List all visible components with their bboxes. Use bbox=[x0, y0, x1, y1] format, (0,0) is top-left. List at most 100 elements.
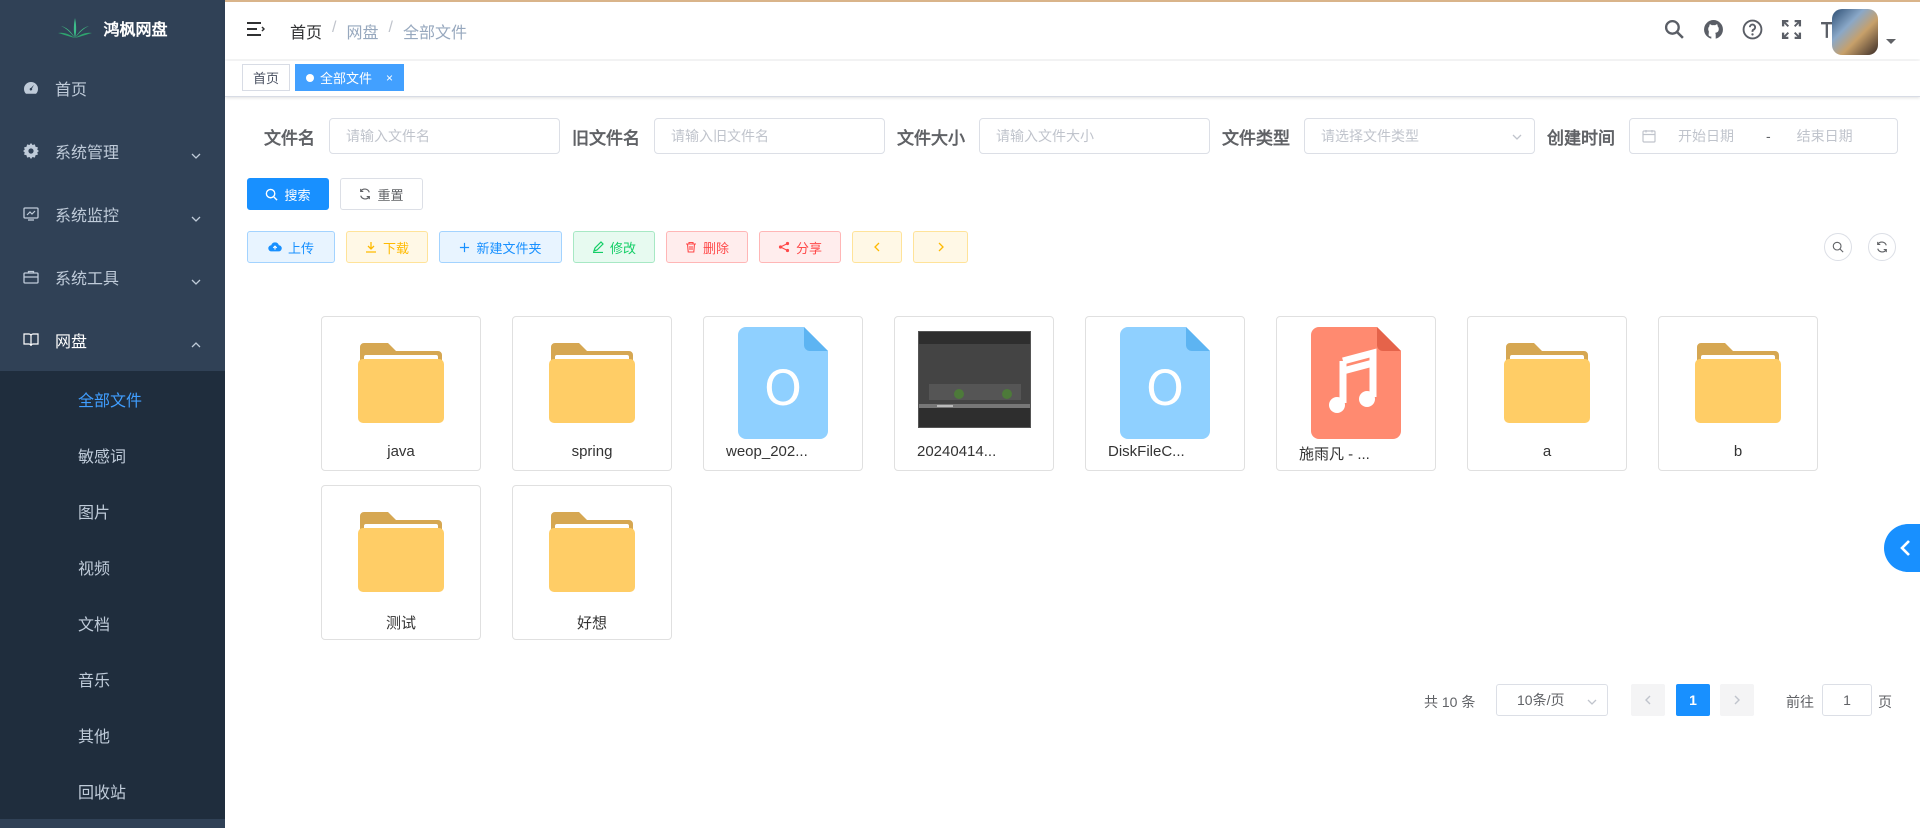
button-label: 修改 bbox=[609, 240, 636, 256]
created-label: 创建时间 bbox=[1547, 128, 1615, 148]
end-date-placeholder: 结束日期 bbox=[1796, 128, 1853, 144]
oldname-placeholder: 请输入旧文件名 bbox=[671, 128, 769, 144]
file-item-music[interactable]: 施雨凡 - ... bbox=[1276, 316, 1436, 471]
page-number-current[interactable]: 1 bbox=[1676, 684, 1710, 716]
folder-icon bbox=[1695, 343, 1781, 423]
search-button[interactable]: 搜索 bbox=[247, 178, 329, 210]
tags-view: 首页 全部文件 × bbox=[225, 61, 1920, 97]
refresh-icon bbox=[1877, 241, 1887, 253]
folder-icon bbox=[1504, 343, 1590, 423]
edit-button[interactable]: 修改 bbox=[573, 231, 655, 263]
share-icon bbox=[778, 241, 790, 253]
close-icon[interactable]: × bbox=[386, 71, 393, 85]
search-icon[interactable] bbox=[1663, 18, 1686, 41]
delete-button[interactable]: 删除 bbox=[666, 231, 748, 263]
download-icon bbox=[365, 242, 376, 253]
tag-all-files[interactable]: 全部文件 × bbox=[295, 64, 405, 91]
document-glyph: O bbox=[1146, 361, 1184, 417]
settings-drawer-toggle[interactable] bbox=[1884, 524, 1920, 572]
sidebar-item-videos[interactable]: 视频 bbox=[0, 539, 225, 595]
file-icon-wrap: O bbox=[1086, 327, 1244, 439]
toggle-search-button[interactable] bbox=[1824, 233, 1852, 261]
date-range-picker[interactable]: 开始日期 - 结束日期 bbox=[1629, 118, 1898, 154]
download-button[interactable]: 下载 bbox=[346, 231, 428, 263]
sidebar-item-documents[interactable]: 文档 bbox=[0, 595, 225, 651]
filename-label: 文件名 bbox=[264, 128, 315, 148]
filetype-label: 文件类型 bbox=[1222, 128, 1290, 148]
sidebar-item-tools[interactable]: 系统工具 bbox=[0, 245, 225, 308]
fullscreen-icon[interactable] bbox=[1780, 18, 1803, 41]
caret-down-icon[interactable] bbox=[1886, 39, 1896, 44]
upload-button[interactable]: 上传 bbox=[247, 231, 335, 263]
file-item-document[interactable]: O weop_202... bbox=[703, 316, 863, 471]
share-button[interactable]: 分享 bbox=[759, 231, 841, 263]
button-label: 下载 bbox=[382, 240, 409, 256]
topbar: 首页 / 网盘 / 全部文件 bbox=[225, 0, 1920, 59]
tag-home[interactable]: 首页 bbox=[242, 64, 291, 91]
previous-button[interactable] bbox=[852, 231, 902, 263]
app-title: 鸿枫网盘 bbox=[103, 22, 168, 39]
search-icon bbox=[1832, 241, 1844, 253]
filesize-placeholder: 请输入文件大小 bbox=[996, 128, 1094, 144]
sidebar-item-recycle-bin[interactable]: 回收站 bbox=[0, 763, 225, 819]
image-thumbnail bbox=[917, 330, 1031, 428]
oldname-input[interactable]: 请输入旧文件名 bbox=[654, 118, 885, 154]
file-item-folder[interactable]: 测试 bbox=[321, 485, 481, 640]
sidebar-item-label: 系统工具 bbox=[55, 270, 120, 288]
breadcrumb-item-home[interactable]: 首页 bbox=[290, 19, 322, 43]
prev-page-button[interactable] bbox=[1631, 684, 1665, 716]
pagination-total: 共 10 条 bbox=[1424, 694, 1476, 710]
leaf-logo-icon bbox=[58, 18, 93, 38]
button-label: 上传 bbox=[287, 240, 314, 256]
file-item-folder[interactable]: 好想 bbox=[512, 485, 672, 640]
breadcrumb-item-netdisk[interactable]: 网盘 bbox=[346, 19, 378, 43]
avatar[interactable] bbox=[1832, 9, 1878, 55]
file-item-image[interactable]: 20240414... bbox=[894, 316, 1054, 471]
sidebar-item-netdisk[interactable]: 网盘 bbox=[0, 308, 225, 371]
file-item-folder[interactable]: java bbox=[321, 316, 481, 471]
file-name: weop_202... bbox=[726, 443, 808, 460]
tag-label: 全部文件 bbox=[320, 71, 373, 86]
sidebar-item-sensitive-words[interactable]: 敏感词 bbox=[0, 427, 225, 483]
next-page-button[interactable] bbox=[1720, 684, 1754, 716]
file-name: spring bbox=[571, 443, 613, 460]
sidebar-item-monitor[interactable]: 系统监控 bbox=[0, 182, 225, 245]
github-icon[interactable] bbox=[1702, 18, 1725, 41]
file-name: java bbox=[387, 443, 415, 460]
document-glyph: O bbox=[764, 361, 802, 417]
sidebar-item-images[interactable]: 图片 bbox=[0, 483, 225, 539]
sidebar-item-label: 系统监控 bbox=[55, 207, 120, 225]
next-button[interactable] bbox=[913, 231, 968, 263]
book-icon bbox=[22, 331, 40, 349]
chevron-up-icon bbox=[191, 341, 201, 347]
file-name: DiskFileC... bbox=[1108, 443, 1185, 460]
new-folder-button[interactable]: 新建文件夹 bbox=[439, 231, 562, 263]
file-item-folder[interactable]: a bbox=[1467, 316, 1627, 471]
sidebar-item-system-admin[interactable]: 系统管理 bbox=[0, 119, 225, 182]
filename-input[interactable]: 请输入文件名 bbox=[329, 118, 560, 154]
logo[interactable]: 鸿枫网盘 bbox=[0, 0, 225, 56]
file-item-document[interactable]: O DiskFileC... bbox=[1085, 316, 1245, 471]
sidebar-item-label: 网盘 bbox=[55, 333, 88, 351]
edit-icon bbox=[592, 241, 604, 253]
file-item-folder[interactable]: spring bbox=[512, 316, 672, 471]
sidebar-item-all-files[interactable]: 全部文件 bbox=[0, 371, 225, 427]
sidebar-item-label: 回收站 bbox=[78, 785, 127, 802]
document-icon: O bbox=[738, 327, 828, 439]
file-item-folder[interactable]: b bbox=[1658, 316, 1818, 471]
range-separator: - bbox=[1766, 128, 1771, 144]
refresh-button[interactable] bbox=[1868, 233, 1896, 261]
sidebar-item-home[interactable]: 首页 bbox=[0, 56, 225, 119]
help-icon[interactable] bbox=[1741, 18, 1764, 41]
filesize-input[interactable]: 请输入文件大小 bbox=[979, 118, 1210, 154]
button-label: 重置 bbox=[377, 187, 404, 203]
chevron-down-icon bbox=[1587, 699, 1597, 705]
filetype-select[interactable]: 请选择文件类型 bbox=[1304, 118, 1535, 154]
hamburger-icon[interactable] bbox=[245, 19, 265, 39]
goto-page-input[interactable]: 1 bbox=[1822, 684, 1872, 716]
reset-button[interactable]: 重置 bbox=[340, 178, 423, 210]
page-size-value: 10条/页 bbox=[1517, 692, 1565, 708]
folder-icon bbox=[549, 343, 635, 423]
breadcrumb-separator: / bbox=[388, 19, 393, 36]
page-size-select[interactable]: 10条/页 bbox=[1496, 684, 1608, 716]
